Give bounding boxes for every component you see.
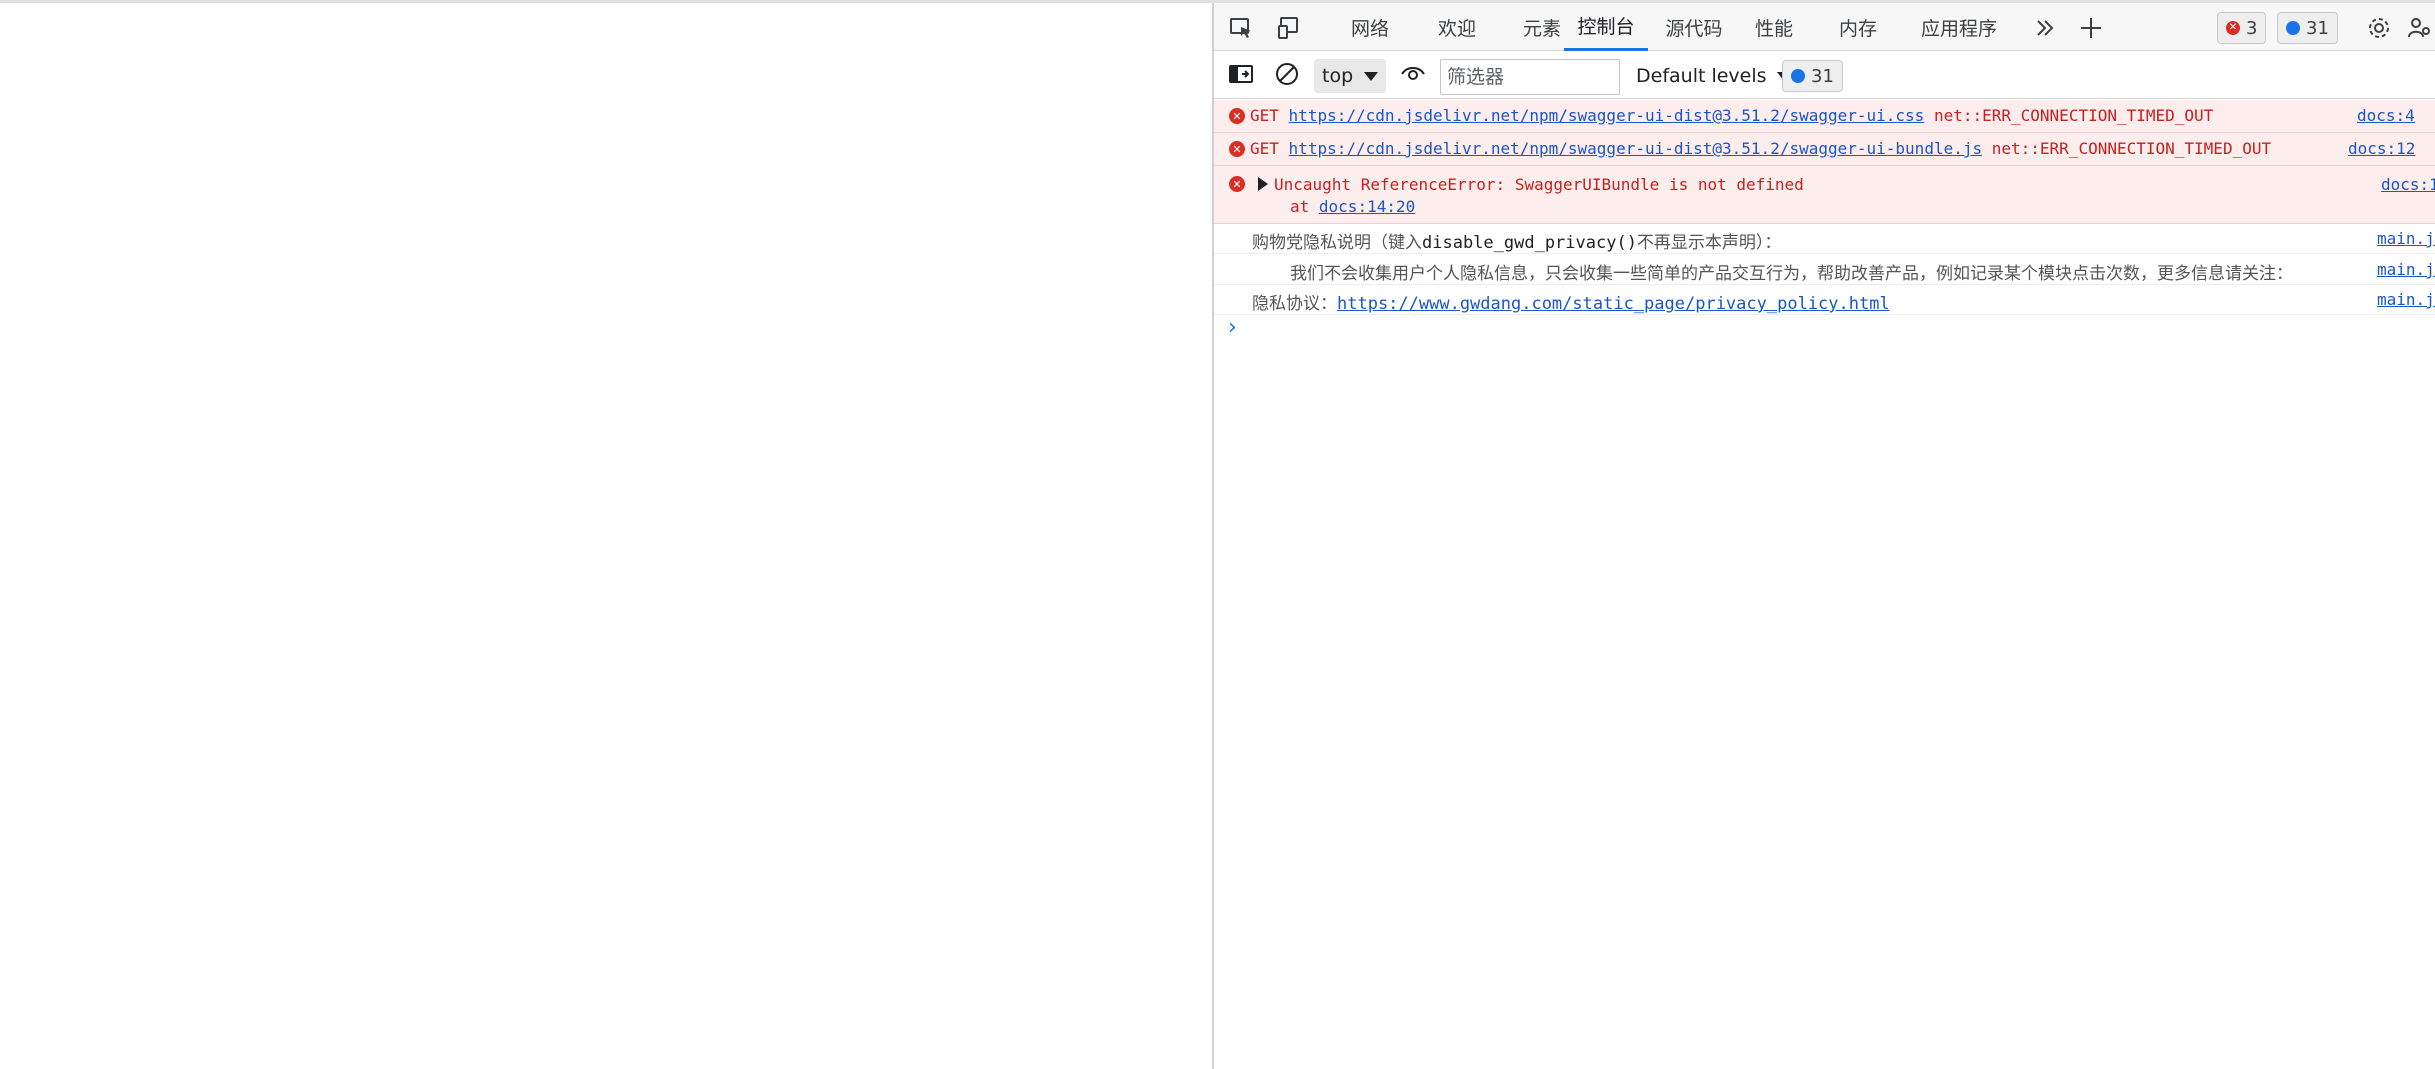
console-message: 隐私协议：https://www.gwdang.com/static_page/… (1252, 294, 1890, 314)
request-url-link[interactable]: https://cdn.jsdelivr.net/npm/swagger-ui-… (1289, 139, 1983, 158)
show-sidebar-icon[interactable] (1226, 59, 1256, 89)
error-icon: ✕ (1229, 176, 1245, 192)
chevron-down-icon (1364, 72, 1378, 81)
gear-icon[interactable] (2364, 13, 2394, 43)
issues-count: 31 (1811, 65, 1834, 87)
console-error-row: ✕ GET https://cdn.jsdelivr.net/npm/swagg… (1214, 100, 2435, 133)
console-error-row: ✕ Uncaught ReferenceError: SwaggerUIBund… (1214, 166, 2435, 224)
error-code: net::ERR_CONNECTION_TIMED_OUT (1991, 139, 2272, 158)
source-link[interactable]: main.j (2377, 229, 2435, 248)
log-levels-dropdown[interactable]: Default levels (1636, 59, 1791, 93)
console-log-row: 隐私协议：https://www.gwdang.com/static_page/… (1214, 285, 2435, 315)
context-select[interactable]: top (1314, 59, 1386, 93)
devtools-tabbar: 网络 欢迎 元素 控制台 源代码 性能 内存 应用程序 ✕ 3 31 (1214, 3, 2435, 51)
error-count: 3 (2246, 17, 2258, 39)
inline-code: disable_gwd_privacy() (1422, 233, 1637, 253)
console-message: Uncaught ReferenceError: SwaggerUIBundle… (1258, 175, 1804, 194)
console-message: GET https://cdn.jsdelivr.net/npm/swagger… (1250, 106, 2213, 125)
console-message: 购物党隐私说明（键入disable_gwd_privacy()不再显示本声明）： (1252, 233, 1782, 253)
tab-memory[interactable]: 内存 (1818, 3, 1898, 51)
console-message: GET https://cdn.jsdelivr.net/npm/swagger… (1250, 139, 2271, 158)
page-viewport (0, 3, 1212, 1069)
privacy-policy-link[interactable]: https://www.gwdang.com/static_page/priva… (1337, 294, 1890, 314)
console-toolbar: top Default levels 31 (1214, 51, 2435, 99)
console-prompt-row[interactable]: › (1214, 315, 2435, 345)
source-link[interactable]: main.j (2377, 290, 2435, 309)
exception-text: Uncaught ReferenceError: SwaggerUIBundle… (1274, 175, 1804, 194)
tab-console[interactable]: 控制台 (1564, 3, 1648, 51)
tab-welcome[interactable]: 欢迎 (1417, 3, 1497, 51)
log-levels-label: Default levels (1636, 65, 1767, 87)
request-url-link[interactable]: https://cdn.jsdelivr.net/npm/swagger-ui-… (1289, 106, 1925, 125)
error-icon: ✕ (1229, 108, 1245, 124)
inspect-element-icon[interactable] (1226, 13, 1256, 43)
device-emulation-icon[interactable] (1274, 13, 1304, 43)
expand-triangle-icon[interactable] (1258, 177, 1268, 191)
console-output: ✕ GET https://cdn.jsdelivr.net/npm/swagg… (1214, 100, 2435, 345)
console-log-row: 购物党隐私说明（键入disable_gwd_privacy()不再显示本声明）：… (1214, 224, 2435, 254)
console-message: 我们不会收集用户个人隐私信息，只会收集一些简单的产品交互行为，帮助改善产品，例如… (1290, 264, 2293, 284)
http-method: GET (1250, 139, 1279, 158)
source-link[interactable]: docs:12 (2348, 139, 2415, 158)
console-log-row: 我们不会收集用户个人隐私信息，只会收集一些简单的产品交互行为，帮助改善产品，例如… (1214, 254, 2435, 285)
source-link[interactable]: docs:4 (2357, 106, 2415, 125)
eye-icon[interactable] (1398, 59, 1428, 89)
message-count: 31 (2306, 17, 2329, 39)
user-feedback-icon[interactable] (2404, 13, 2434, 43)
error-icon: ✕ (1229, 141, 1245, 157)
error-icon: ✕ (2226, 21, 2240, 35)
tab-performance[interactable]: 性能 (1734, 3, 1814, 51)
clear-console-icon[interactable] (1272, 59, 1302, 89)
more-tabs-icon[interactable] (2030, 13, 2060, 43)
stack-trace-link[interactable]: docs:14:20 (1319, 197, 1415, 216)
tab-network[interactable]: 网络 (1330, 3, 1410, 51)
filter-input[interactable] (1440, 59, 1620, 95)
source-link[interactable]: docs:1 (2381, 175, 2435, 194)
tab-sources[interactable]: 源代码 (1654, 3, 1734, 51)
error-count-badge[interactable]: ✕ 3 (2217, 12, 2267, 44)
http-method: GET (1250, 106, 1279, 125)
devtools-panel: 网络 欢迎 元素 控制台 源代码 性能 内存 应用程序 ✕ 3 31 top 筛… (1212, 3, 2435, 1069)
chevron-right-icon: › (1228, 315, 1237, 340)
error-code: net::ERR_CONNECTION_TIMED_OUT (1933, 106, 2214, 125)
context-select-value: top (1322, 65, 1354, 87)
message-icon (2286, 21, 2300, 35)
stack-trace: at docs:14:20 (1290, 197, 1416, 216)
add-tab-icon[interactable] (2076, 13, 2106, 43)
message-icon (1791, 69, 1805, 83)
console-error-row: ✕ GET https://cdn.jsdelivr.net/npm/swagg… (1214, 133, 2435, 166)
tab-application[interactable]: 应用程序 (1904, 3, 2014, 51)
issues-count-badge[interactable]: 31 (1782, 60, 1843, 92)
message-count-badge[interactable]: 31 (2277, 12, 2338, 44)
source-link[interactable]: main.j (2377, 260, 2435, 279)
